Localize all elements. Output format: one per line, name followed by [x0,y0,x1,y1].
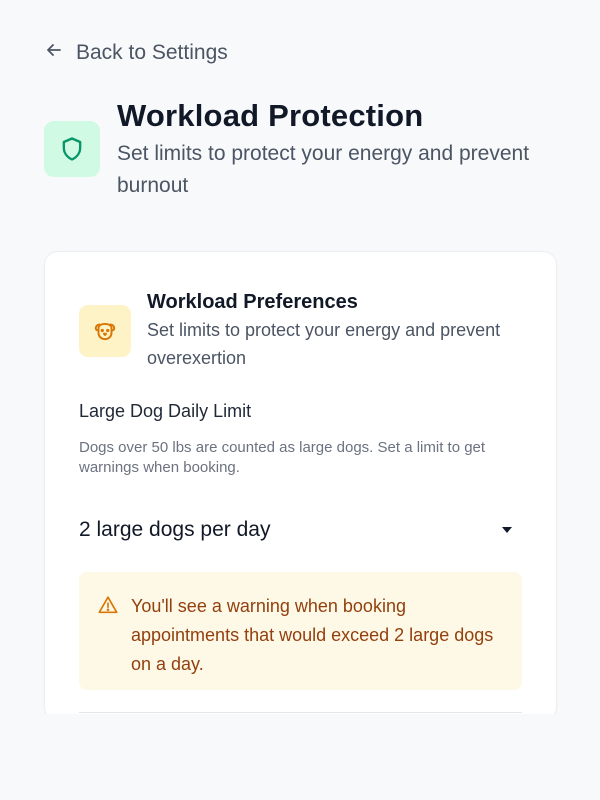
alert-triangle-icon [97,592,119,621]
large-dog-limit-help: Dogs over 50 lbs are counted as large do… [79,439,486,476]
limit-warning-banner: You'll see a warning when booking appoin… [79,572,522,690]
card-header: Workload Preferences Set limits to prote… [79,288,517,372]
workload-preferences-card: Workload Preferences Set limits to prote… [44,251,557,721]
workload-protection-page: Back to Settings Workload Protection Set… [0,0,600,800]
shield-icon [44,121,100,177]
page-title: Workload Protection [117,98,424,133]
page-header: Workload Protection Set limits to protec… [44,96,537,202]
card-title: Workload Preferences [147,291,358,313]
select-value: 2 large dogs per day [79,518,271,541]
large-dog-limit-label: Large Dog Daily Limit [79,401,252,421]
arrow-left-icon [44,40,64,66]
back-to-settings-link[interactable]: Back to Settings [44,40,228,66]
back-link-label: Back to Settings [76,41,228,64]
card-subtitle: Set limits to protect your energy and pr… [147,320,501,368]
large-dog-limit-select[interactable]: 2 large dogs per day [79,510,522,550]
warning-text: You'll see a warning when booking appoin… [131,596,494,674]
dog-icon [79,305,131,357]
divider [79,712,522,713]
page-bottom-mask [0,714,600,800]
chevron-down-icon [502,527,512,533]
page-subtitle: Set limits to protect your energy and pr… [117,142,530,197]
